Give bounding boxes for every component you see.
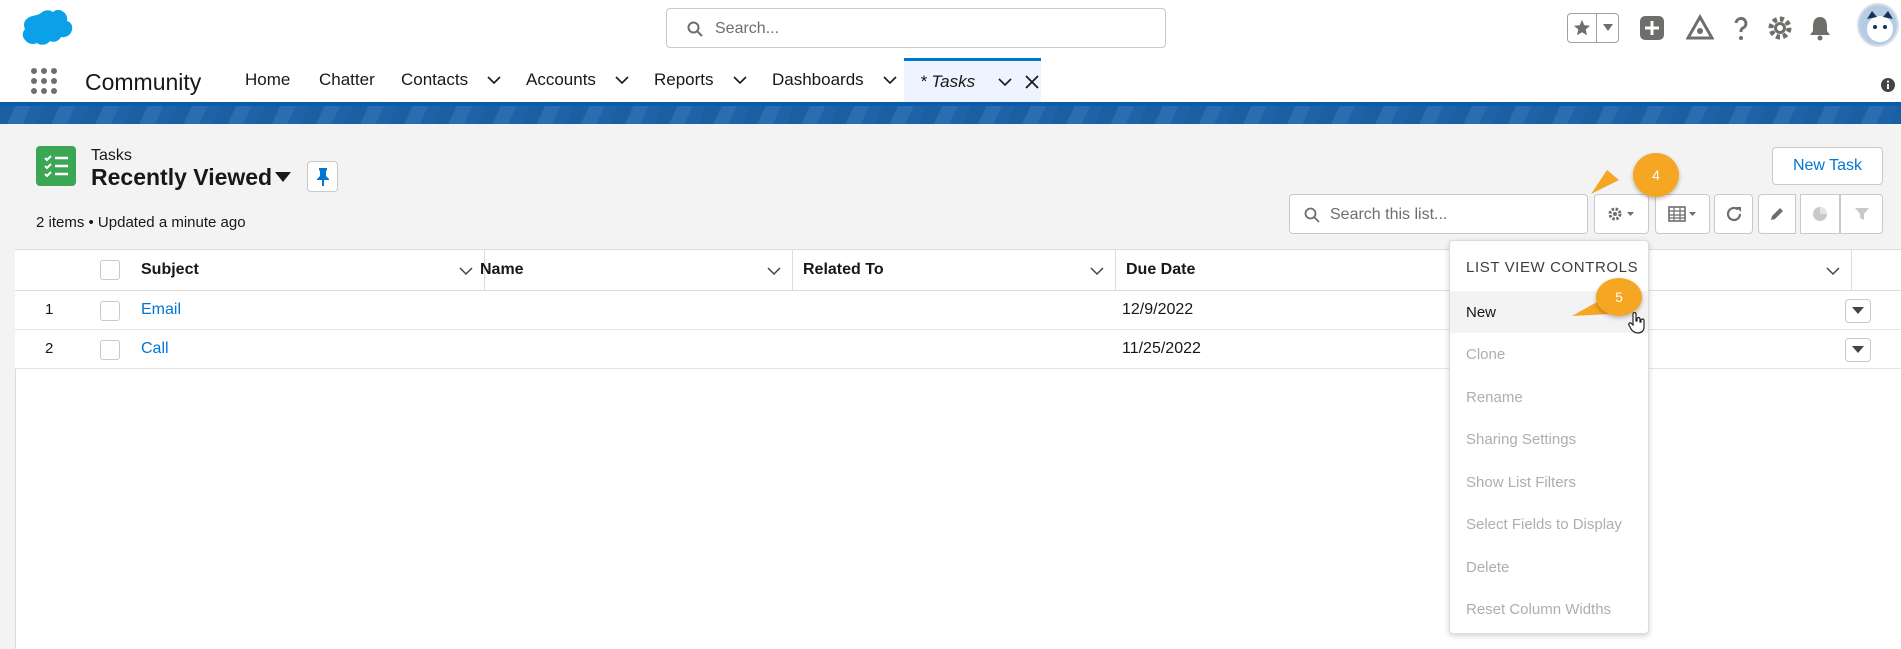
tab-reports[interactable]: Reports <box>654 58 748 102</box>
due-date-cell: 12/9/2022 <box>1122 301 1194 318</box>
favorites-star-icon[interactable] <box>1568 14 1598 42</box>
gear-icon <box>1608 207 1634 221</box>
refresh-icon <box>1726 206 1741 222</box>
app-nav-bar: Community Home Chatter Contacts Accounts… <box>0 58 1901 106</box>
header-banner <box>0 106 1901 124</box>
tab-contacts[interactable]: Contacts <box>401 58 502 102</box>
inline-edit-button[interactable] <box>1758 194 1796 234</box>
app-launcher-icon[interactable] <box>29 66 59 96</box>
column-header-subject[interactable]: Subject <box>131 250 485 290</box>
chevron-down-icon[interactable] <box>997 74 1013 90</box>
pin-list-view-button[interactable] <box>307 161 338 192</box>
menu-heading: LIST VIEW CONTROLS <box>1466 259 1639 276</box>
row-number: 1 <box>45 301 54 318</box>
app-name: Community <box>85 69 202 95</box>
chevron-down-icon[interactable] <box>732 72 748 88</box>
callout-step-4: 4 <box>1633 153 1679 197</box>
hand-cursor-icon <box>1628 312 1645 334</box>
menu-item-sharing-settings[interactable]: Sharing Settings <box>1450 418 1648 460</box>
filter-icon <box>1854 208 1869 220</box>
tab-accounts-label: Accounts <box>526 70 596 89</box>
column-header-related-to[interactable]: Related To <box>793 250 1116 290</box>
display-as-table-button[interactable] <box>1655 194 1710 234</box>
search-icon <box>687 21 703 37</box>
tab-contacts-label: Contacts <box>401 70 469 89</box>
callout-step-5: 5 <box>1596 278 1642 316</box>
global-search-placeholder: Search... <box>715 20 780 37</box>
chevron-down-icon <box>1852 346 1864 353</box>
list-view-picker-chevron-icon[interactable] <box>275 172 291 184</box>
subject-link[interactable]: Email <box>141 301 181 319</box>
filters-button[interactable] <box>1840 194 1883 234</box>
menu-item-delete[interactable]: Delete <box>1450 546 1648 588</box>
row-checkbox[interactable] <box>100 301 120 321</box>
tab-accounts[interactable]: Accounts <box>526 58 630 102</box>
pie-chart-icon <box>1813 207 1827 221</box>
object-label: Tasks <box>91 147 132 164</box>
list-view-controls-button[interactable] <box>1594 194 1649 234</box>
search-list-placeholder: Search this list... <box>1330 206 1448 223</box>
refresh-button[interactable] <box>1714 194 1753 234</box>
avatar[interactable] <box>1857 3 1899 47</box>
menu-item-rename[interactable]: Rename <box>1450 376 1648 418</box>
row-number: 2 <box>45 340 54 357</box>
chevron-down-icon <box>1852 307 1864 314</box>
row-actions-button[interactable] <box>1845 338 1871 362</box>
chevron-down-icon[interactable] <box>882 72 898 88</box>
column-header-name[interactable]: Name <box>470 250 793 290</box>
tab-chatter-label: Chatter <box>319 70 375 89</box>
tab-reports-label: Reports <box>654 70 714 89</box>
chevron-down-icon[interactable] <box>766 263 782 279</box>
new-task-button[interactable]: New Task <box>1772 147 1883 185</box>
tasks-object-icon <box>36 146 76 186</box>
salesforce-cloud-icon[interactable] <box>19 9 73 46</box>
global-header: Search... <box>0 0 1901 58</box>
menu-item-select-fields[interactable]: Select Fields to Display <box>1450 503 1648 545</box>
chevron-down-icon[interactable] <box>1089 263 1105 279</box>
chevron-down-icon[interactable] <box>614 72 630 88</box>
column-header-label: Subject <box>141 261 199 278</box>
subject-link[interactable]: Call <box>141 340 169 358</box>
trailhead-icon[interactable] <box>1686 14 1714 42</box>
tab-chatter[interactable]: Chatter <box>319 58 375 102</box>
tab-tasks-label: * Tasks <box>920 71 976 91</box>
tab-dashboards[interactable]: Dashboards <box>772 58 898 102</box>
tab-home-label: Home <box>245 70 291 89</box>
info-icon[interactable] <box>1880 77 1896 93</box>
chevron-down-icon[interactable] <box>486 72 502 88</box>
row-actions-button[interactable] <box>1845 299 1871 323</box>
row-checkbox[interactable] <box>100 340 120 360</box>
show-charts-button[interactable] <box>1800 194 1840 234</box>
menu-item-show-list-filters[interactable]: Show List Filters <box>1450 461 1648 503</box>
global-search-input[interactable]: Search... <box>666 8 1166 48</box>
global-add-icon[interactable] <box>1638 14 1666 42</box>
tab-tasks[interactable]: * Tasks <box>904 58 1041 102</box>
chevron-down-icon[interactable] <box>1825 263 1841 279</box>
column-header-label: Due Date <box>1126 261 1196 278</box>
setup-gear-icon[interactable] <box>1766 14 1794 42</box>
column-header-label: Related To <box>803 261 884 278</box>
column-header-label: Name <box>480 261 524 278</box>
menu-item-reset-column-widths[interactable]: Reset Column Widths <box>1450 588 1648 630</box>
favorites-button[interactable] <box>1567 13 1619 43</box>
select-all-checkbox[interactable] <box>100 260 120 280</box>
menu-item-clone[interactable]: Clone <box>1450 333 1648 375</box>
list-view-status: 2 items • Updated a minute ago <box>36 214 246 231</box>
search-list-input[interactable]: Search this list... <box>1289 194 1588 234</box>
tab-dashboards-label: Dashboards <box>772 70 864 89</box>
search-icon <box>1304 207 1320 223</box>
tab-home[interactable]: Home <box>245 58 290 102</box>
pin-icon <box>316 167 329 186</box>
due-date-cell: 11/25/2022 <box>1122 340 1201 357</box>
pencil-icon <box>1771 208 1783 220</box>
help-icon[interactable] <box>1727 14 1755 42</box>
notifications-bell-icon[interactable] <box>1806 14 1834 42</box>
close-icon[interactable] <box>1025 74 1039 89</box>
table-icon <box>1667 206 1696 222</box>
list-view-name[interactable]: Recently Viewed <box>91 164 272 191</box>
favorites-list-chevron-icon[interactable] <box>1597 14 1618 42</box>
